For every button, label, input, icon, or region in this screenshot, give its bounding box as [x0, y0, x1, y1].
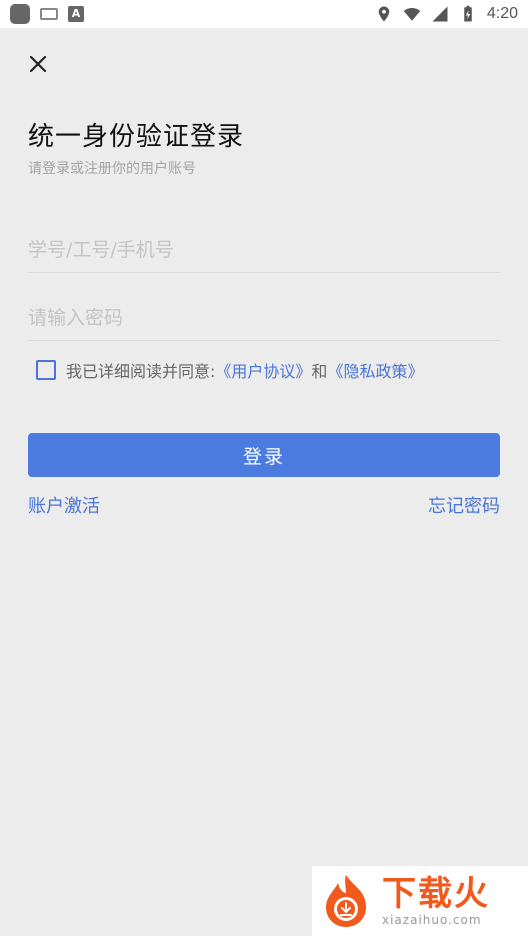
watermark: 下载火 xiazaihuo.com [312, 866, 528, 936]
and-text: 和 [311, 362, 328, 381]
agree-text: 我已详细阅读并同意:《用户协议》和《隐私政策》 [66, 358, 423, 382]
flame-logo-icon [326, 875, 366, 927]
battery-icon [464, 5, 472, 22]
close-button[interactable] [22, 48, 54, 80]
agree-label: 我已详细阅读并同意: [66, 362, 216, 381]
username-input[interactable] [28, 228, 500, 273]
activate-account-link[interactable]: 账户激活 [28, 492, 100, 518]
keyboard-icon [40, 8, 58, 20]
agreement-row: 我已详细阅读并同意:《用户协议》和《隐私政策》 [36, 358, 423, 382]
app-icon [10, 4, 30, 24]
forgot-password-link[interactable]: 忘记密码 [428, 492, 500, 518]
status-right: 4:20 [375, 5, 518, 23]
agree-checkbox[interactable] [36, 360, 56, 380]
password-input[interactable] [28, 296, 500, 341]
user-agreement-link[interactable]: 《用户协议》 [215, 362, 311, 381]
a-icon: A [68, 6, 84, 22]
watermark-brand: 下载火 [382, 874, 490, 914]
status-left: A [10, 4, 84, 24]
page-subtitle: 请登录或注册你的用户账号 [28, 161, 196, 177]
privacy-policy-link[interactable]: 《隐私政策》 [327, 362, 423, 381]
close-icon [29, 55, 47, 73]
watermark-text: 下载火 xiazaihuo.com [382, 875, 490, 927]
watermark-url: xiazaihuo.com [382, 913, 482, 927]
wifi-icon [403, 8, 421, 21]
page-title: 统一身份验证登录 [28, 122, 245, 152]
location-icon [378, 6, 390, 22]
status-time: 4:20 [486, 5, 518, 22]
signal-icon [432, 6, 448, 22]
status-bar: A 4:20 [0, 0, 528, 28]
login-button[interactable]: 登录 [28, 433, 500, 477]
